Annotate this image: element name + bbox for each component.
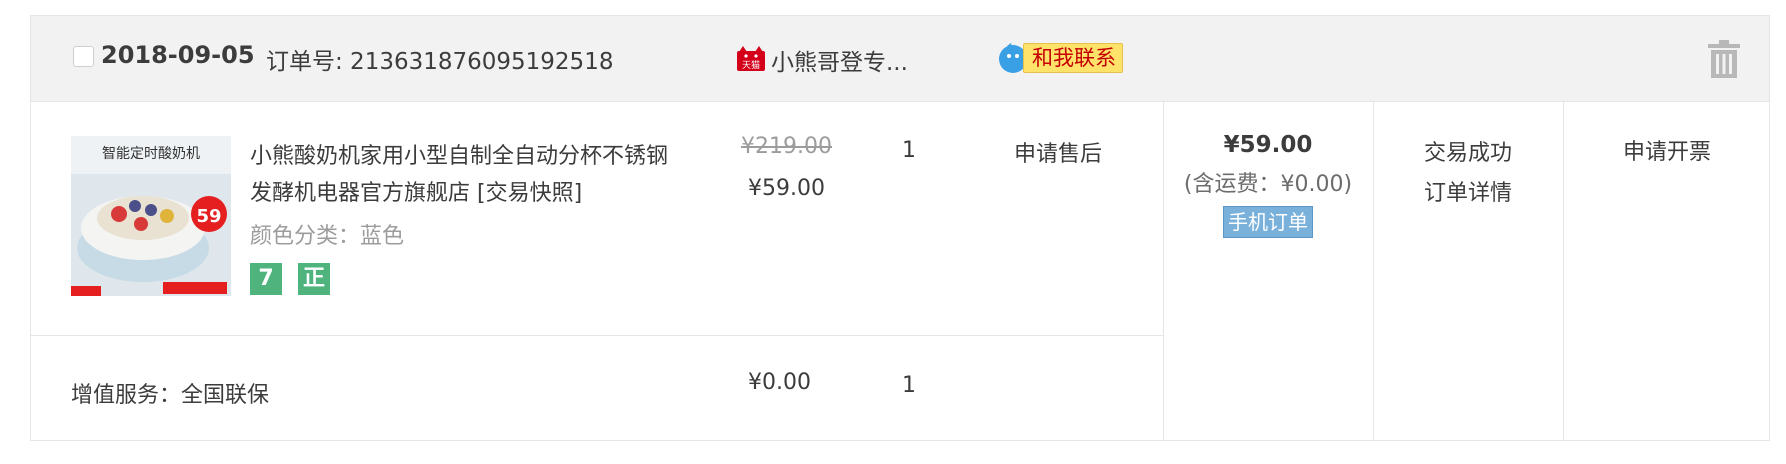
unit-price: ¥59.00	[748, 176, 825, 201]
shop-name-link[interactable]: 小熊哥登专...	[771, 43, 908, 77]
mobile-order-badge: 手机订单	[1223, 206, 1313, 238]
service-quantity: 1	[902, 373, 916, 398]
trash-icon[interactable]	[1707, 40, 1741, 78]
order-total-cell: ¥59.00 (含运费：¥0.00) 手机订单	[1163, 132, 1373, 238]
row-divider	[31, 335, 1163, 336]
contact-label: 和我联系	[1023, 43, 1123, 73]
shipping-fee: (含运费：¥0.00)	[1183, 172, 1353, 197]
service-price: ¥0.00	[748, 370, 811, 395]
service-badges: 7 正	[250, 263, 330, 295]
genuine-badge[interactable]: 正	[298, 263, 330, 295]
product-sku: 颜色分类：蓝色	[250, 224, 405, 249]
order-total: ¥59.00	[1223, 132, 1313, 158]
svg-text:天猫: 天猫	[742, 59, 760, 71]
invoice-link[interactable]: 申请开票	[1563, 134, 1771, 166]
order-checkbox[interactable]	[73, 46, 94, 67]
order-number: 订单号: 213631876095192518	[266, 49, 614, 75]
product-title-link[interactable]: 小熊酸奶机家用小型自制全自动分杯不锈钢发酵机电器官方旗舰店 [交易快照]	[250, 138, 680, 212]
svg-text:智能定时酸奶机: 智能定时酸奶机	[102, 146, 200, 162]
order-header: 2018-09-05 订单号: 213631876095192518 天猫 小熊…	[31, 16, 1769, 102]
order-status-cell: 交易成功 订单详情	[1373, 134, 1563, 214]
product-thumbnail[interactable]: 智能定时酸奶机 59	[71, 136, 231, 296]
seven-day-return-badge[interactable]: 7	[250, 263, 282, 295]
value-added-service: 增值服务：全国联保	[71, 383, 270, 408]
contact-seller-button[interactable]: 和我联系	[997, 42, 1123, 74]
after-sale-link[interactable]: 申请售后	[1014, 136, 1102, 168]
tmall-icon: 天猫	[737, 46, 765, 71]
order-status: 交易成功	[1423, 141, 1512, 166]
item-quantity: 1	[902, 138, 916, 163]
order-card: 2018-09-05 订单号: 213631876095192518 天猫 小熊…	[30, 15, 1770, 441]
order-date: 2018-09-05	[101, 41, 255, 69]
order-detail-link[interactable]: 订单详情	[1373, 174, 1563, 214]
original-price: ¥219.00	[741, 134, 832, 159]
svg-text:59: 59	[196, 206, 221, 227]
